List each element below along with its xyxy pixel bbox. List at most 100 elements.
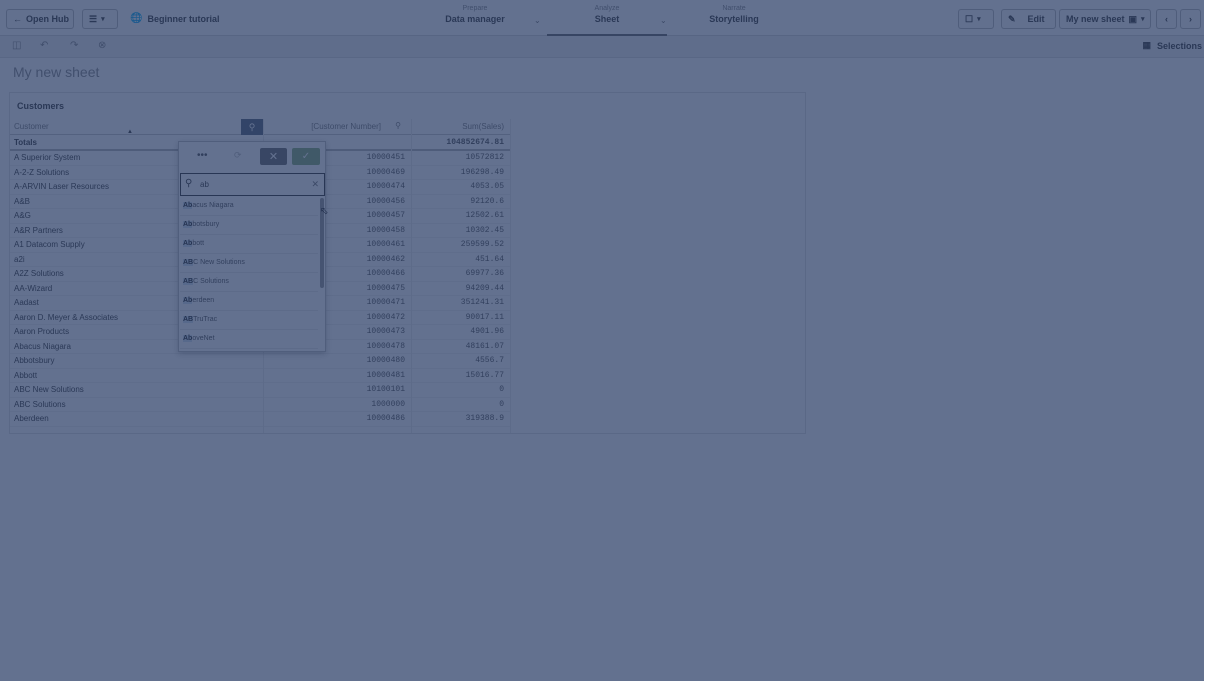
column-header-sum-sales[interactable]: Sum(Sales) (411, 119, 510, 135)
selections-button[interactable]: ▦ Selections (1142, 40, 1202, 51)
sheet-selector[interactable]: My new sheet ▣ ▾ (1059, 9, 1151, 29)
sum-sales-cell: 69977.36 (465, 269, 504, 278)
search-result-item[interactable]: Abbott (180, 235, 318, 254)
search-result-item[interactable]: Abacus Niagara (180, 197, 318, 216)
search-result-item[interactable]: Abbotsbury (180, 216, 318, 235)
globe-icon: 🌐 (130, 13, 143, 24)
chevron-right-icon: › (1189, 14, 1192, 24)
item-label-rest: acus Niagara (192, 202, 234, 209)
open-hub-button[interactable]: ← Open Hub (6, 9, 74, 29)
search-result-item[interactable]: ABC New Solutions (180, 254, 318, 273)
chevron-down-icon: ▾ (977, 16, 981, 23)
chevron-down-icon: ▾ (101, 16, 105, 23)
table-row[interactable]: Abbotsbury 10000480 4556.7 (10, 354, 510, 369)
column-search-button[interactable]: ⚲ (241, 119, 263, 135)
confirm-selection-button[interactable]: ✓ (292, 148, 320, 165)
clear-search-icon[interactable]: ✕ (311, 179, 319, 190)
item-label-rest: TruTrac (193, 316, 218, 323)
search-icon[interactable]: ⚲ (395, 121, 401, 130)
mouse-cursor-icon: ⬁ (320, 206, 329, 217)
customers-table-panel: Customers Customer ⚲ ▲ [Customer Number]… (9, 92, 806, 434)
table-row[interactable]: Aberdeen 10000486 319388.9 (10, 412, 510, 427)
customer-number-cell: 10000474 (366, 182, 405, 191)
sum-sales-cell: 0 (499, 399, 504, 409)
totals-label: Totals (14, 138, 37, 147)
sum-sales-cell: 4901.96 (470, 327, 504, 336)
item-label-rest: botsbury (192, 221, 220, 228)
customer-number-cell: 10000461 (366, 240, 405, 249)
column-divider (411, 119, 412, 433)
sum-sales-cell: 4053.05 (470, 182, 504, 191)
step-forward-icon[interactable]: ↷ (70, 40, 78, 51)
more-options-button[interactable]: ••• (197, 150, 208, 161)
customer-number-cell: 10000478 (366, 341, 405, 351)
item-label-rest: C New Solutions (193, 259, 245, 266)
clear-selections-icon[interactable]: ⊗ (98, 40, 106, 51)
match-highlight: AB (183, 259, 194, 266)
customer-cell: A-2-Z Solutions (14, 167, 70, 177)
table-row[interactable]: ABC Solutions 1000000 0 (10, 398, 510, 412)
customer-number-cell: 10000472 (366, 312, 405, 322)
checkmark-icon: ✓ (301, 151, 311, 162)
match-highlight: Ab (183, 221, 193, 228)
column-header-customer[interactable]: Customer (10, 119, 263, 135)
customer-cell: Aaron Products (14, 327, 70, 336)
customer-cell: Aaron D. Meyer & Associates (14, 312, 119, 322)
hamburger-icon: ☰ (89, 13, 98, 24)
search-value[interactable]: ab (200, 180, 209, 189)
customer-number-header-label: [Customer Number] (311, 122, 381, 131)
global-menu-button[interactable]: ☰ ▾ (82, 9, 118, 29)
chevron-left-icon: ‹ (1165, 14, 1168, 24)
sort-ascending-icon: ▲ (127, 129, 133, 135)
totals-sum: 104852674.81 (446, 138, 504, 147)
customer-number-cell: 10000480 (366, 356, 405, 365)
customer-cell: AA-Wizard (14, 283, 53, 293)
customer-cell: a2i (14, 254, 25, 264)
column-divider (510, 119, 511, 433)
search-result-item[interactable]: ABC Solutions (180, 273, 318, 292)
previous-sheet-button[interactable]: ‹ (1156, 9, 1177, 29)
customer-cell: Abacus Niagara (14, 341, 71, 351)
prepare-chevron-down-icon[interactable]: ⌄ (534, 16, 541, 25)
tab-prepare[interactable]: Prepare Data manager (415, 4, 535, 32)
search-result-item[interactable]: Aberdeen (180, 292, 318, 311)
customer-cell: ABC Solutions (14, 399, 66, 409)
cancel-selection-button[interactable]: ✕ (260, 148, 287, 165)
customer-cell: A&G (14, 211, 31, 220)
bookmark-button[interactable]: ☐ ▾ (958, 9, 994, 29)
customer-number-cell: 10000469 (366, 167, 405, 177)
step-back-icon[interactable]: ↶ (40, 40, 48, 51)
table-title: Customers (17, 101, 65, 111)
sum-sales-cell: 10572812 (465, 153, 504, 162)
tab-analyze[interactable]: Analyze Sheet (547, 4, 667, 36)
customer-cell: ABC New Solutions (14, 385, 84, 394)
search-result-item[interactable]: AboveNet (180, 330, 318, 349)
table-row[interactable]: Abbott 10000481 15016.77 (10, 369, 510, 383)
sum-sales-cell: 351241.31 (460, 298, 504, 307)
match-highlight: Ab (183, 202, 193, 209)
analyze-chevron-down-icon[interactable]: ⌄ (660, 16, 667, 25)
listbox-search-input[interactable]: ⚲ ab ✕ (180, 173, 325, 196)
tab-analyze-big: Sheet (594, 14, 620, 24)
sum-sales-cell: 90017.11 (465, 312, 504, 322)
smart-search-icon[interactable]: ◫ (12, 40, 21, 51)
edit-button[interactable]: ✎ Edit (1001, 9, 1056, 29)
sum-sales-cell: 94209.44 (465, 283, 504, 293)
customer-cell: A Superior System (14, 153, 81, 162)
tab-narrate[interactable]: Narrate Storytelling (674, 4, 794, 32)
listbox-search-popup: ••• ⟳ ✕ ✓ ⚲ ab ✕ Abacus Niagara Abbotsbur… (178, 141, 326, 352)
sum-sales-cell: 12502.61 (465, 211, 504, 220)
column-header-customer-number[interactable]: [Customer Number] ⚲ (263, 119, 411, 135)
next-sheet-button[interactable]: › (1180, 9, 1201, 29)
sum-sales-cell: 4556.7 (475, 356, 504, 365)
customer-number-cell: 10000466 (366, 269, 405, 278)
sum-sales-cell: 48161.07 (465, 341, 504, 351)
search-result-item[interactable]: ABTruTrac (180, 311, 318, 330)
table-row[interactable]: ABC New Solutions 10100101 0 (10, 383, 510, 398)
item-label-rest: bott (192, 240, 205, 247)
tab-analyze-small: Analyze (594, 5, 620, 12)
chevron-down-icon: ▾ (1141, 16, 1145, 23)
item-label-rest: C Solutions (193, 278, 229, 285)
sum-sales-cell: 10302.45 (465, 225, 504, 235)
sheet-selector-label: My new sheet (1066, 14, 1125, 24)
